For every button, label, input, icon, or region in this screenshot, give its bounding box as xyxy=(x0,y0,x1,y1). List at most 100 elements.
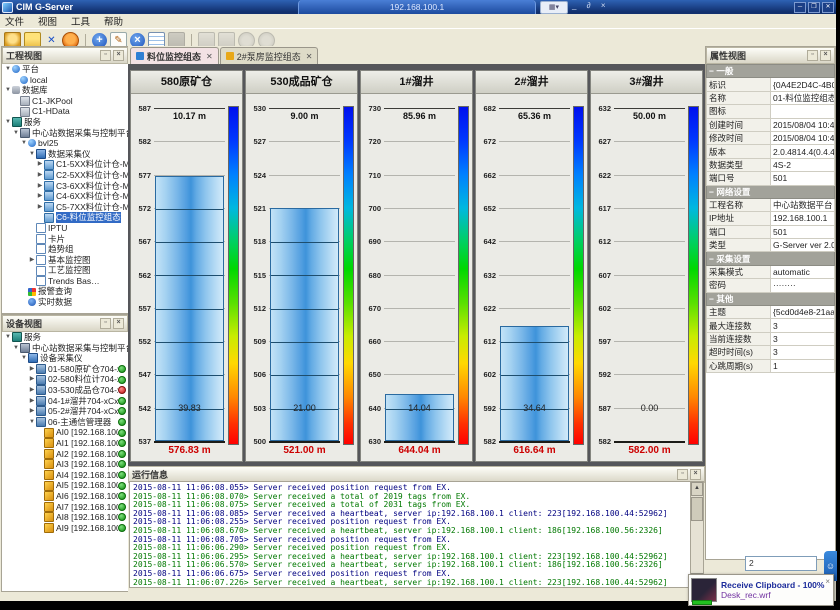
remote-toolbox[interactable]: ▦▾ xyxy=(540,1,568,14)
tree-item[interactable]: ▶C3-6XX料位计仓-Mor- xyxy=(2,181,128,192)
expander-icon[interactable]: ▶ xyxy=(28,364,36,375)
property-value[interactable]: 4S-2 xyxy=(771,158,835,171)
menu-item-帮助[interactable]: 帮助 xyxy=(104,14,123,28)
property-value[interactable] xyxy=(771,105,835,118)
property-value[interactable]: 501 xyxy=(771,225,835,238)
tree-item[interactable]: ▶C5-7XX料位计仓-Mor- xyxy=(2,202,128,213)
tree-item[interactable]: AI9 [192.168.100.49- xyxy=(2,523,128,534)
expander-icon[interactable]: ▼ xyxy=(20,353,28,364)
tree-item[interactable]: ▶C4-6XX料位计仓-Mor- xyxy=(2,191,128,202)
tree-item[interactable]: C1-JKPool xyxy=(2,96,128,107)
close-icon[interactable]: × xyxy=(690,469,701,480)
tree-item[interactable]: AI0 [192.168.100.40- xyxy=(2,427,128,438)
tree-item[interactable]: ▼06-主通信管理器 xyxy=(2,417,128,428)
tab-料位监控组态[interactable]: 料位监控组态✕ xyxy=(130,47,219,64)
property-value[interactable]: 1 xyxy=(771,359,835,372)
pin-icon[interactable]: ▫ xyxy=(100,50,111,61)
expander-icon[interactable]: ▼ xyxy=(4,332,12,343)
restore-button[interactable]: ❐ xyxy=(808,2,820,13)
tree-item[interactable]: ▼中心站数据采集与控制平台- xyxy=(2,128,128,139)
property-value[interactable]: 3 xyxy=(771,319,835,332)
expander-icon[interactable]: ▶ xyxy=(36,159,44,170)
tree-item[interactable]: IPTU xyxy=(2,223,128,234)
tree-item[interactable]: 趋势组 xyxy=(2,244,128,255)
tree-item[interactable]: AI8 [192.168.100.48- xyxy=(2,512,128,523)
property-value[interactable]: 3 xyxy=(771,346,835,359)
expander-icon[interactable]: ▼ xyxy=(28,149,36,160)
tree-item[interactable]: 报警查询 xyxy=(2,286,128,297)
property-value[interactable]: 2015/08/04 10:40:4… xyxy=(771,131,835,144)
close-icon[interactable]: × xyxy=(113,50,124,61)
tree-item[interactable]: 实时数据 xyxy=(2,297,128,308)
pin-icon[interactable]: ▫ xyxy=(100,318,111,329)
mini-input[interactable]: 2 xyxy=(745,556,817,571)
remote-session-tab[interactable]: 192.168.100.1 xyxy=(298,0,536,14)
expander-icon[interactable]: ▶ xyxy=(28,406,36,417)
tree-item[interactable]: ▶03-530成品仓704-xCx- xyxy=(2,385,128,396)
close-icon[interactable]: × xyxy=(820,50,831,61)
tree-item[interactable]: AI7 [192.168.100.47- xyxy=(2,502,128,513)
property-value[interactable]: 192.168.100.1 xyxy=(771,212,835,225)
scroll-thumb[interactable] xyxy=(691,497,703,521)
toast-close-icon[interactable]: × xyxy=(825,577,830,586)
expander-icon[interactable]: ▶ xyxy=(28,374,36,385)
expander-icon[interactable]: ▶ xyxy=(28,396,36,407)
expander-icon[interactable]: ▼ xyxy=(4,64,12,75)
tree-item[interactable]: ▼中心站数据采集与控制平台- xyxy=(2,343,128,354)
tree-item[interactable]: AI2 [192.168.100.42- xyxy=(2,449,128,460)
tree-item[interactable]: ▼数据采集仪 xyxy=(2,149,128,160)
tree-item[interactable]: C1-HData xyxy=(2,106,128,117)
tree-item[interactable]: AI6 [192.168.100.46- xyxy=(2,491,128,502)
tree-item[interactable]: ▶04-1#溜井704-xCx- xyxy=(2,396,128,407)
tree-item[interactable]: Trends Bas… xyxy=(2,276,128,287)
property-value[interactable]: ········ xyxy=(771,279,835,292)
tree-item[interactable]: ▼数据库 xyxy=(2,85,128,96)
tree-item[interactable]: ▼bvl25 xyxy=(2,138,128,149)
expander-icon[interactable]: ▼ xyxy=(12,343,20,354)
tree-item[interactable]: ▶C1-5XX料位计仓-Mor- xyxy=(2,159,128,170)
property-value[interactable]: 01-料位监控组态 xyxy=(771,91,835,104)
expander-icon[interactable]: ▶ xyxy=(36,170,44,181)
remote-session-controls[interactable]: _ ∂ × xyxy=(572,1,610,10)
expander-icon[interactable]: ▶ xyxy=(28,385,36,396)
tree-item[interactable]: C6-料位监控组态 xyxy=(2,212,128,223)
property-value[interactable]: {5cd0d4e8-21aa-4bc-… xyxy=(771,306,835,319)
tree-item[interactable]: 卡片 xyxy=(2,234,128,245)
expander-icon[interactable]: ▼ xyxy=(12,128,20,139)
close-icon[interactable]: × xyxy=(113,318,124,329)
tree-item[interactable]: ▶C2-5XX料位计仓-Mor- xyxy=(2,170,128,181)
menu-item-文件[interactable]: 文件 xyxy=(5,14,24,28)
tree-item[interactable]: local xyxy=(2,75,128,86)
tree-item[interactable]: ▼平台 xyxy=(2,64,128,75)
tree-item[interactable]: AI1 [192.168.100.41- xyxy=(2,438,128,449)
expander-icon[interactable]: ▶ xyxy=(36,202,44,213)
property-value[interactable]: 3 xyxy=(771,332,835,345)
tree-item[interactable]: AI5 [192.168.100.45- xyxy=(2,480,128,491)
expander-icon[interactable]: ▶ xyxy=(36,181,44,192)
property-value[interactable]: {0A4E2D4C-4B0F-4E6A-… xyxy=(771,78,835,91)
expander-icon[interactable]: ▶ xyxy=(28,255,36,266)
property-value[interactable]: automatic xyxy=(771,265,835,278)
expander-icon[interactable]: ▼ xyxy=(4,117,12,128)
tree-item[interactable]: AI4 [192.168.100.44- xyxy=(2,470,128,481)
minimize-button[interactable]: ─ xyxy=(794,2,806,13)
property-value[interactable]: 中心站数据平台 xyxy=(771,198,835,211)
expander-icon[interactable]: ▼ xyxy=(4,85,12,96)
tree-item[interactable]: AI3 [192.168.100.43- xyxy=(2,459,128,470)
tree-item[interactable]: ▼服务 xyxy=(2,332,128,343)
property-value[interactable]: 2.0.4814.4(0.4.48)… xyxy=(771,145,835,158)
pin-icon[interactable]: ▫ xyxy=(807,50,818,61)
tree-item[interactable]: 工艺监控图 xyxy=(2,265,128,276)
menu-item-视图[interactable]: 视图 xyxy=(38,14,57,28)
pin-icon[interactable]: ▫ xyxy=(677,469,688,480)
property-value[interactable]: 501 xyxy=(771,172,835,185)
log-scrollbar[interactable]: ▲ ▼ xyxy=(690,482,703,587)
property-value[interactable]: G-Server ver 2.0 xyxy=(771,239,835,252)
tab-close-icon[interactable]: ✕ xyxy=(206,52,213,61)
scroll-up-icon[interactable]: ▲ xyxy=(691,482,703,496)
close-button[interactable]: ✕ xyxy=(822,2,834,13)
tree-item[interactable]: ▶基本监控图 xyxy=(2,255,128,266)
expander-icon[interactable]: ▼ xyxy=(20,138,28,149)
tab-close-icon[interactable]: ✕ xyxy=(306,52,313,61)
tab-2#泵房监控组态[interactable]: 2#泵房监控组态✕ xyxy=(220,47,319,64)
